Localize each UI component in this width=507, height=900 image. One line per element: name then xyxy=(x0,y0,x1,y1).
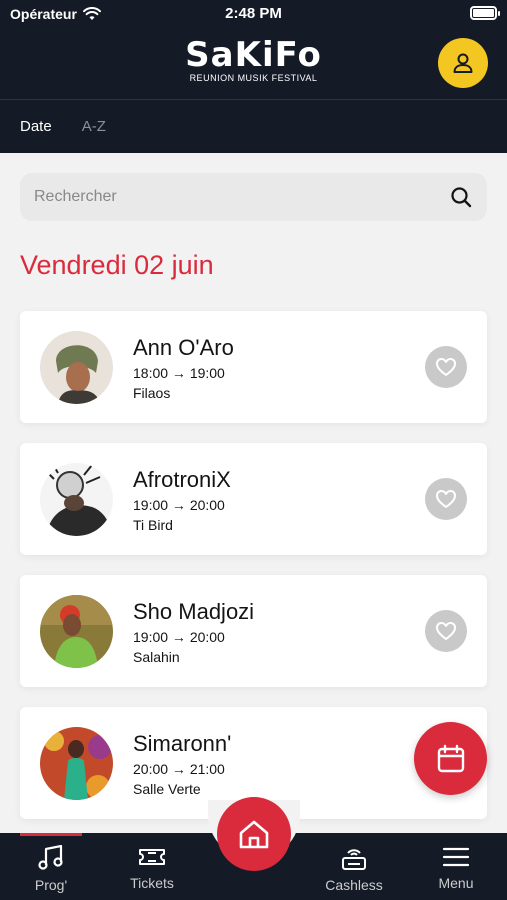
app-header: Opérateur 2:48 PM SaKiFo REUNION MUSIK F… xyxy=(0,0,507,153)
artist-name: AfrotroniX xyxy=(133,467,231,492)
menu-icon xyxy=(442,847,470,867)
favorite-button[interactable] xyxy=(425,610,467,652)
header-divider xyxy=(0,99,507,100)
set-time: 18:00 → 19:00 xyxy=(133,365,225,381)
artist-info: Simaronn' 20:00 → 21:00 Salle Verte xyxy=(133,731,231,799)
logo-wordmark: SaKiFo xyxy=(185,35,322,75)
nav-cashless-label: Cashless xyxy=(325,877,383,893)
sort-tabs: Date A-Z xyxy=(20,118,106,135)
calendar-icon xyxy=(437,744,464,772)
artist-avatar xyxy=(40,595,113,668)
artist-info: Ann O'Aro 18:00 → 19:00 Filaos xyxy=(133,335,234,403)
heart-icon xyxy=(436,622,456,640)
nav-cashless[interactable]: Cashless xyxy=(314,833,394,900)
artist-name: Ann O'Aro xyxy=(133,335,234,360)
heart-icon xyxy=(436,490,456,508)
artist-name: Sho Madjozi xyxy=(133,599,255,624)
user-icon xyxy=(453,53,473,73)
status-time: 2:48 PM xyxy=(225,5,282,22)
profile-button[interactable] xyxy=(438,38,488,88)
artist-card[interactable]: Sho Madjozi 19:00 → 20:00 Salahin xyxy=(20,575,487,687)
nav-menu-label: Menu xyxy=(438,875,474,891)
ticket-icon xyxy=(139,849,165,865)
stage-name: Salahin xyxy=(133,649,180,665)
artist-name: Simaronn' xyxy=(133,731,232,756)
artist-info: AfrotroniX 19:00 → 20:00 Ti Bird xyxy=(133,467,231,535)
nav-prog[interactable]: Prog' xyxy=(11,833,91,900)
status-bar: Opérateur 2:48 PM xyxy=(0,0,507,28)
festival-logo: SaKiFo REUNION MUSIK FESTIVAL xyxy=(0,38,507,83)
nav-tickets-label: Tickets xyxy=(130,875,174,891)
artist-card[interactable]: Ann O'Aro 18:00 → 19:00 Filaos xyxy=(20,311,487,423)
favorite-button[interactable] xyxy=(425,346,467,388)
artist-avatar xyxy=(40,463,113,536)
artist-avatar xyxy=(40,331,113,404)
stage-name: Ti Bird xyxy=(133,517,173,533)
tab-a-z[interactable]: A-Z xyxy=(82,118,106,135)
home-button[interactable] xyxy=(217,797,291,871)
favorite-button[interactable] xyxy=(425,478,467,520)
nav-tickets[interactable]: Tickets xyxy=(112,833,192,900)
stage-name: Salle Verte xyxy=(133,781,201,797)
nav-menu[interactable]: Menu xyxy=(416,833,496,900)
cashless-terminal-icon xyxy=(342,849,366,870)
stage-name: Filaos xyxy=(133,385,171,401)
search-icon[interactable] xyxy=(449,185,473,209)
nav-prog-label: Prog' xyxy=(34,877,68,893)
music-note-icon xyxy=(38,845,63,870)
set-time: 19:00 → 20:00 xyxy=(133,629,225,645)
set-time: 20:00 → 21:00 xyxy=(133,761,225,777)
heart-icon xyxy=(436,358,456,376)
battery-icon xyxy=(470,6,500,20)
day-heading: Vendredi 02 juin xyxy=(20,250,214,280)
artist-avatar xyxy=(40,727,113,800)
set-time: 19:00 → 20:00 xyxy=(133,497,225,513)
search-input[interactable] xyxy=(34,188,449,206)
search-bar xyxy=(20,173,487,221)
logo-subtitle: REUNION MUSIK FESTIVAL xyxy=(189,73,318,83)
artist-card[interactable]: AfrotroniX 19:00 → 20:00 Ti Bird xyxy=(20,443,487,555)
tab-date[interactable]: Date xyxy=(20,118,52,135)
artist-info: Sho Madjozi 19:00 → 20:00 Salahin xyxy=(133,599,254,667)
calendar-button[interactable] xyxy=(414,722,487,795)
home-icon xyxy=(239,820,269,849)
